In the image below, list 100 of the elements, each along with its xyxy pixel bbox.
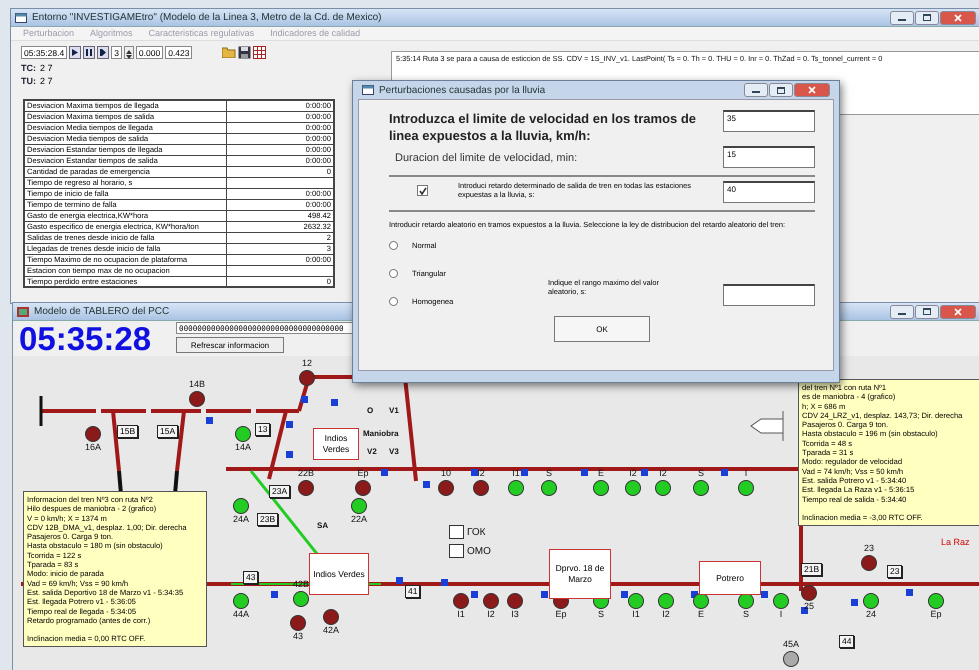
signal-label: S <box>598 609 604 619</box>
track-section-label: 43 <box>243 571 258 584</box>
maximize-icon <box>777 86 785 94</box>
step-button[interactable] <box>97 46 110 58</box>
signal-label: 25 <box>804 601 814 611</box>
signal-label: S <box>743 609 749 619</box>
signal-label: Ep <box>556 609 566 619</box>
signal-label: 23 <box>864 543 874 553</box>
track-section-label: 15B <box>117 425 138 438</box>
window-icon <box>15 12 27 22</box>
pause-button[interactable] <box>83 46 96 58</box>
signal-label: I2 <box>659 468 667 478</box>
maximize-button[interactable] <box>769 83 793 97</box>
close-button[interactable] <box>940 10 976 24</box>
arrow-icon <box>750 410 784 442</box>
spin-button[interactable] <box>124 46 134 58</box>
signal-label: E <box>598 468 604 478</box>
block-marker <box>581 469 588 476</box>
block-marker <box>331 399 338 406</box>
close-button[interactable] <box>794 83 830 97</box>
track-label: O <box>367 406 374 415</box>
track-section-label: 44 <box>839 635 854 648</box>
step-field[interactable]: 3 <box>111 46 122 58</box>
station-name: Indios Verdes <box>313 428 359 460</box>
signal-label: 24A <box>233 514 249 524</box>
signal-label: 16A <box>85 442 101 452</box>
minimize-button[interactable] <box>890 304 914 318</box>
signal-label: I3 <box>511 609 519 619</box>
indicator-label: ОМО <box>467 546 491 556</box>
clock-display: 05:35:28 <box>18 321 152 356</box>
radio-icon[interactable] <box>389 297 398 306</box>
minimize-button[interactable] <box>744 83 768 97</box>
signal-label: 43 <box>293 631 303 641</box>
minimize-button[interactable] <box>890 10 914 24</box>
signal-label: 44A <box>233 609 249 619</box>
signal-label: 45A <box>783 639 799 649</box>
value-field[interactable]: 0.423 <box>165 46 192 58</box>
counter-label: TU: <box>21 76 36 86</box>
track-label: SA <box>317 521 328 530</box>
counter-value: 2 7 <box>40 62 53 72</box>
block-marker <box>761 591 768 598</box>
signal-label: E <box>698 609 704 619</box>
maximize-button[interactable] <box>915 304 939 318</box>
signal-label: Ep <box>358 468 368 478</box>
station-name: Indios Verdes <box>309 553 369 595</box>
delay-field[interactable]: 40 <box>723 181 815 203</box>
ok-button[interactable]: OK <box>554 316 650 342</box>
signal-label: I1 <box>457 609 465 619</box>
track-label: V3 <box>389 447 399 456</box>
range-field[interactable] <box>723 284 815 306</box>
signal-label: 14A <box>235 442 251 452</box>
block-marker <box>721 469 728 476</box>
signal-label: I <box>744 468 748 478</box>
radio-icon[interactable] <box>389 241 398 250</box>
block-marker <box>621 591 628 598</box>
board-icon <box>17 306 29 316</box>
track-section-label: 13 <box>255 423 270 436</box>
pause-icon <box>86 48 92 56</box>
save-icon[interactable] <box>238 46 252 58</box>
track-section-label: 23B <box>257 513 278 526</box>
value-field[interactable]: 0.000 <box>136 46 164 58</box>
block-marker <box>286 451 293 458</box>
signal-label: I2 <box>662 609 670 619</box>
close-icon <box>954 308 962 316</box>
check-icon <box>418 186 426 194</box>
refresh-button[interactable]: Refrescar informacion <box>176 337 284 353</box>
signal-label: I2 <box>477 468 485 478</box>
signal-label: I2 <box>487 609 495 619</box>
block-marker <box>906 589 913 596</box>
track-label: Maniobra <box>363 429 399 438</box>
delay-checkbox[interactable] <box>417 185 428 196</box>
station-name: Dprvo. 18 de Marzo <box>549 549 611 599</box>
track-section-label: 41 <box>405 585 420 598</box>
block-marker <box>441 579 448 586</box>
counter-value: 2 7 <box>40 76 53 86</box>
duration-field[interactable]: 15 <box>723 146 815 168</box>
block-marker <box>301 396 308 403</box>
grid-icon[interactable] <box>253 46 266 58</box>
speed-limit-field[interactable]: 35 <box>723 110 815 132</box>
station-name: Potrero <box>699 561 761 595</box>
track-section-label: 21B <box>801 563 822 576</box>
track-section-label: 23 <box>887 565 902 578</box>
play-icon <box>72 48 78 56</box>
signal-label: 14B <box>189 379 205 389</box>
track-label: V2 <box>367 447 377 456</box>
time-field[interactable]: 05:35:28.4 <box>21 46 68 58</box>
block-marker <box>521 469 528 476</box>
signal-label: 42A <box>323 625 339 635</box>
close-button[interactable] <box>940 304 976 318</box>
block-marker <box>851 599 858 606</box>
block-marker <box>471 469 478 476</box>
spin-arrows-icon <box>126 50 132 58</box>
play-button[interactable] <box>69 46 82 58</box>
signal-label: 10 <box>441 468 451 478</box>
maximize-button[interactable] <box>915 10 939 24</box>
maximize-icon <box>923 14 931 21</box>
signal-label: I2 <box>629 468 637 478</box>
open-folder-icon[interactable] <box>222 46 236 58</box>
close-icon <box>954 14 962 22</box>
radio-icon[interactable] <box>389 269 398 278</box>
